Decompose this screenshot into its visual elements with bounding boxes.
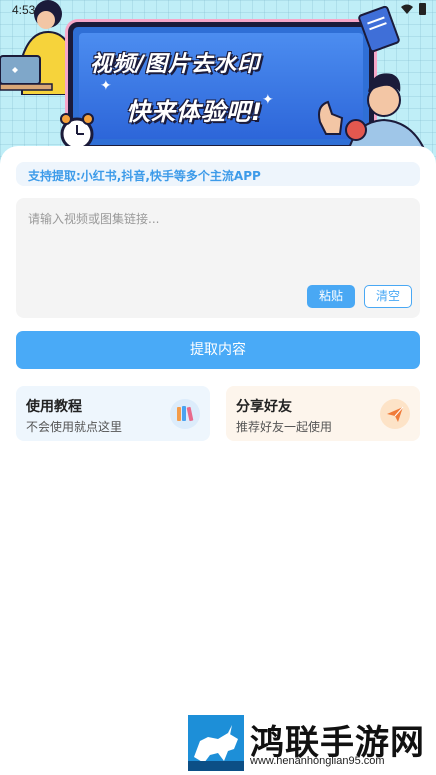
main-card: 支持提取:小红书,抖音,快手等多个主流APP 请输入视频或图集链接... 粘贴 … <box>0 146 436 775</box>
book-icon <box>358 6 400 52</box>
hero-banner: 4:53 视频/图片去水印 快来体验吧! ✦ ✦ <box>0 0 436 165</box>
banner-title: 视频/图片去水印 <box>90 52 261 77</box>
sparkle-icon: ✦ <box>100 78 112 94</box>
tutorial-card[interactable]: 使用教程 不会使用就点这里 <box>16 386 210 441</box>
tutorial-subtitle: 不会使用就点这里 <box>26 420 123 434</box>
clear-button[interactable]: 清空 <box>364 285 412 308</box>
share-subtitle: 推荐好友一起使用 <box>236 420 333 434</box>
paste-button[interactable]: 粘贴 <box>307 285 355 308</box>
sparkle-icon: ✦ <box>262 92 274 108</box>
watermark-url: www.henanhonglian95.com <box>250 755 385 767</box>
bull-logo-icon <box>188 715 244 771</box>
site-watermark: 鸿联手游网 www.henanhonglian95.com <box>188 715 428 771</box>
battery-icon <box>419 3 426 15</box>
extract-button[interactable]: 提取内容 <box>16 331 420 369</box>
status-time: 4:53 <box>12 3 36 17</box>
paper-plane-icon <box>380 399 410 429</box>
link-input[interactable]: 请输入视频或图集链接... 粘贴 清空 <box>16 198 420 318</box>
share-card[interactable]: 分享好友 推荐好友一起使用 <box>226 386 420 441</box>
tutorial-title: 使用教程 <box>26 399 82 415</box>
link-input-placeholder: 请输入视频或图集链接... <box>28 212 160 226</box>
supported-apps-notice: 支持提取:小红书,抖音,快手等多个主流APP <box>16 162 420 186</box>
books-icon <box>170 399 200 429</box>
wifi-icon <box>401 4 413 14</box>
share-title: 分享好友 <box>236 399 292 415</box>
